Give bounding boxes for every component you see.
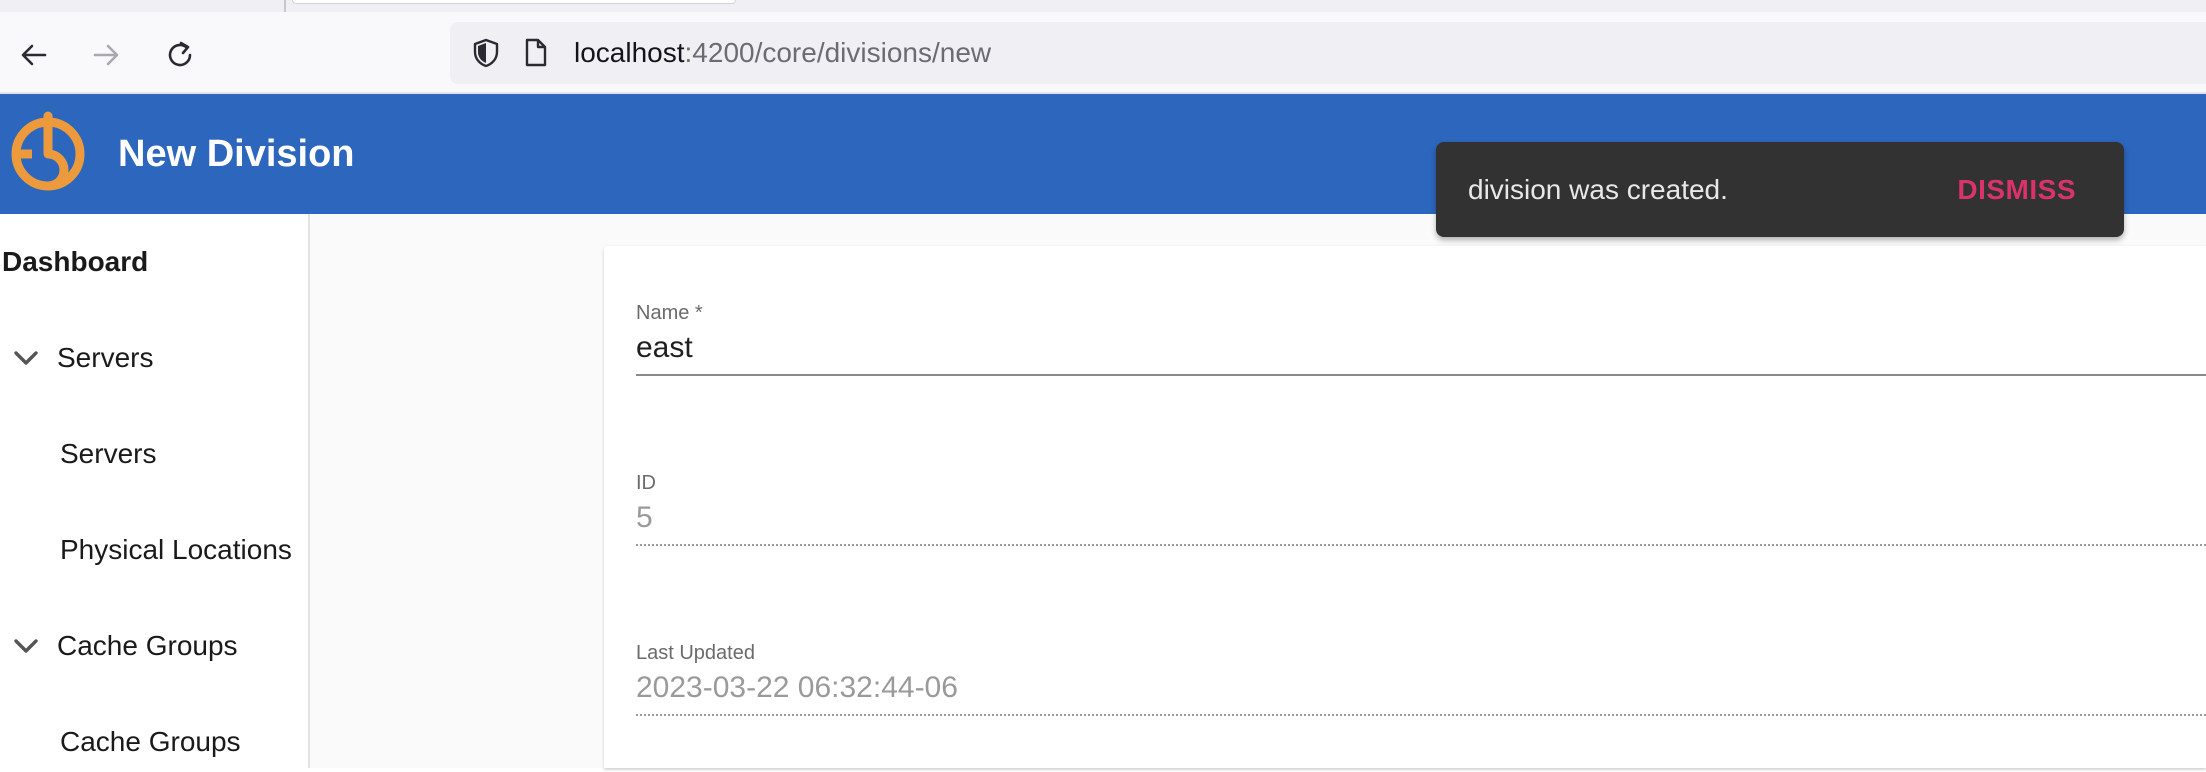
chevron-down-icon (14, 351, 38, 365)
sidebar-group-label: Servers (57, 342, 154, 373)
sidebar: Dashboard Servers Servers Physical Locat… (0, 214, 310, 768)
browser-tab-strip (0, 0, 2206, 12)
tab-divider (284, 0, 286, 12)
active-tab[interactable] (292, 0, 736, 4)
sidebar-group-cache-groups[interactable]: Cache Groups (0, 616, 308, 676)
sidebar-item-label: Cache Groups (60, 726, 241, 757)
sidebar-item-cache-groups[interactable]: Cache Groups (0, 712, 308, 772)
snackbar-message: division was created. (1468, 174, 1728, 205)
name-field-underline (636, 374, 2206, 376)
sidebar-item-dashboard[interactable]: Dashboard (2, 232, 310, 292)
address-bar[interactable]: localhost:4200/core/divisions/new (450, 22, 2206, 84)
sidebar-item-label: Dashboard (2, 246, 149, 277)
reload-button[interactable] (160, 35, 200, 75)
sidebar-item-label: Physical Locations (60, 534, 292, 565)
sidebar-item-servers[interactable]: Servers (0, 424, 308, 484)
page-title: New Division (118, 133, 355, 175)
id-field-label: ID (636, 472, 656, 494)
last-updated-input (636, 668, 2206, 708)
sidebar-group-label: Cache Groups (57, 630, 238, 661)
dismiss-button[interactable]: DISMISS (1957, 142, 2076, 237)
url-host: localhost (574, 37, 685, 68)
forward-button[interactable] (86, 35, 126, 75)
id-field-underline (636, 544, 2206, 546)
url-text[interactable]: localhost:4200/core/divisions/new (574, 22, 991, 84)
url-path: :4200/core/divisions/new (684, 37, 992, 68)
app-logo[interactable] (8, 106, 88, 202)
last-updated-field-label: Last Updated (636, 642, 755, 664)
reload-icon (168, 41, 192, 67)
name-field-label: Name * (636, 302, 703, 324)
sidebar-item-physical-locations[interactable]: Physical Locations (0, 520, 308, 580)
page-icon (525, 38, 547, 67)
sidebar-group-servers[interactable]: Servers (0, 328, 308, 388)
back-button[interactable] (14, 35, 54, 75)
name-input[interactable] (636, 328, 2206, 368)
arrow-right-icon (93, 44, 119, 66)
browser-toolbar: localhost:4200/core/divisions/new (0, 12, 2206, 94)
arrow-left-icon (21, 44, 47, 66)
shield-icon[interactable] (470, 37, 502, 69)
last-updated-field-underline (636, 714, 2206, 716)
sidebar-item-label: Servers (60, 438, 157, 469)
snackbar-notification: division was created. DISMISS (1436, 142, 2124, 237)
division-form-card: Name * ID Last Updated (604, 246, 2206, 768)
id-input (636, 498, 2206, 538)
chevron-down-icon (14, 639, 38, 653)
